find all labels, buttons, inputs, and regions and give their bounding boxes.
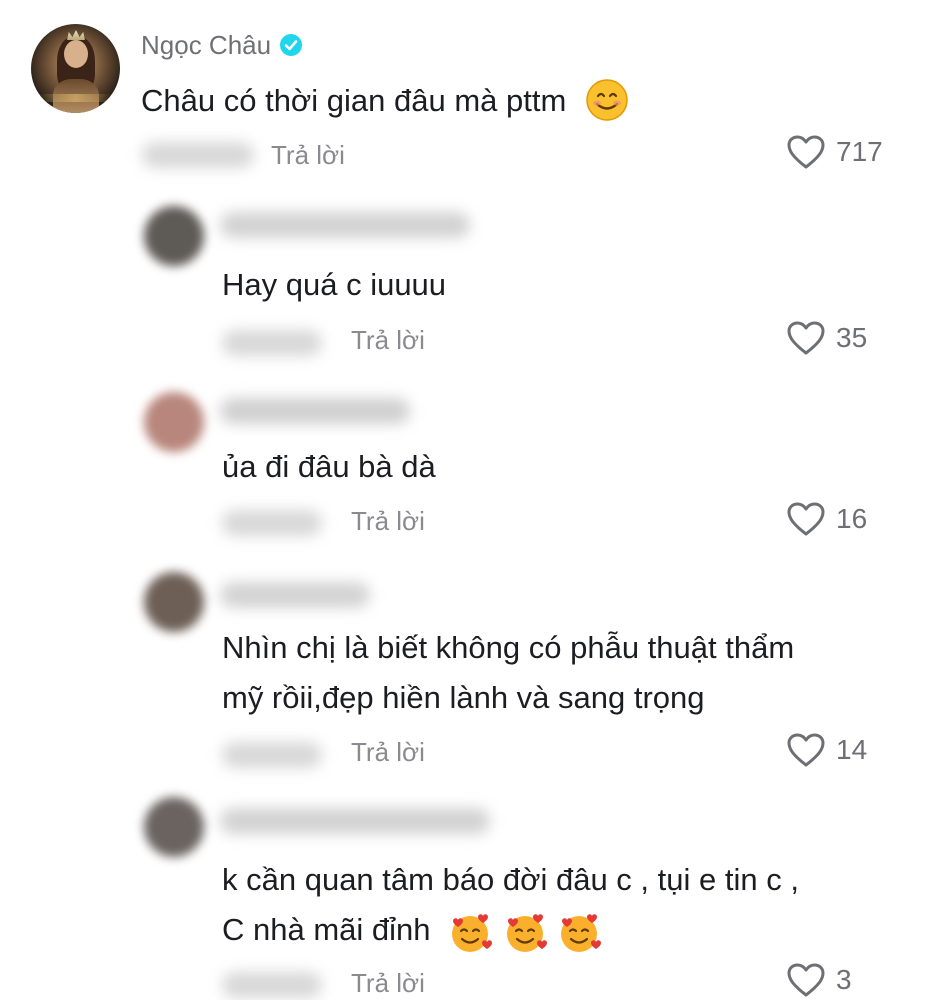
smiling-face-with-hearts-emoji xyxy=(561,914,602,952)
verified-badge-icon xyxy=(280,34,303,56)
heart-icon xyxy=(787,502,825,536)
smiling-face-emoji xyxy=(586,79,628,121)
reply-button[interactable]: Trả lời xyxy=(351,966,425,1000)
emoji-group xyxy=(447,912,602,952)
reply-text-line: k cần quan tâm báo đời đâu c , tụi e tin… xyxy=(222,862,799,897)
reply-button[interactable]: Trả lời xyxy=(351,323,425,357)
like-button[interactable]: 35 xyxy=(786,320,867,356)
redacted-timestamp xyxy=(222,742,322,768)
redacted-username xyxy=(220,212,470,238)
like-button[interactable]: 14 xyxy=(786,732,867,768)
reply-avatar[interactable] xyxy=(144,392,204,452)
like-count: 3 xyxy=(836,964,852,995)
reply-text: Nhìn chị là biết không có phẫu thuật thẩ… xyxy=(222,623,794,723)
reply-button[interactable]: Trả lời xyxy=(271,138,345,172)
like-count: 16 xyxy=(836,503,868,534)
reply-text: Hay quá c iuuuu xyxy=(222,267,447,302)
redacted-timestamp xyxy=(222,510,322,536)
reply-text: k cần quan tâm báo đời đâu c , tụi e tin… xyxy=(222,855,799,955)
redacted-username xyxy=(220,808,490,834)
like-count: 717 xyxy=(836,136,883,167)
like-button[interactable]: 717 xyxy=(786,134,883,170)
redacted-username xyxy=(220,582,370,608)
like-button[interactable]: 16 xyxy=(786,501,867,537)
comment-text-content: Châu có thời gian đâu mà pttm xyxy=(141,83,567,118)
redacted-timestamp xyxy=(222,330,322,356)
reply-avatar[interactable] xyxy=(144,797,204,857)
reply-avatar[interactable] xyxy=(144,206,204,266)
reply-text-line: mỹ rồii,đẹp hiền lành và sang trọng xyxy=(222,680,705,715)
reply-text-content: C nhà mãi đỉnh xyxy=(222,912,431,947)
reply-text-line: Nhìn chị là biết không có phẫu thuật thẩ… xyxy=(222,630,795,665)
author-avatar[interactable] xyxy=(31,24,120,113)
like-count: 35 xyxy=(836,322,868,353)
reply-button[interactable]: Trả lời xyxy=(351,504,425,538)
redacted-timestamp xyxy=(142,142,254,168)
like-button[interactable]: 3 xyxy=(786,962,852,998)
like-count: 14 xyxy=(836,734,868,765)
reply-text: ủa đi đâu bà dà xyxy=(222,449,436,484)
heart-icon xyxy=(787,135,825,169)
redacted-username xyxy=(220,398,410,424)
reply-avatar[interactable] xyxy=(144,572,204,632)
redacted-timestamp xyxy=(222,972,322,998)
smiling-face-with-hearts-emoji xyxy=(506,914,547,952)
comment-author-name[interactable]: Ngọc Châu xyxy=(141,27,271,63)
reply-text-line: C nhà mãi đỉnh xyxy=(222,905,799,955)
comment-text: Châu có thời gian đâu mà pttm xyxy=(141,76,629,126)
reply-button[interactable]: Trả lời xyxy=(351,735,425,769)
comment-author[interactable]: Ngọc Châu xyxy=(141,27,303,63)
heart-icon xyxy=(787,963,825,997)
heart-icon xyxy=(787,733,825,767)
smiling-face-with-hearts-emoji xyxy=(452,914,493,952)
heart-icon xyxy=(787,321,825,355)
